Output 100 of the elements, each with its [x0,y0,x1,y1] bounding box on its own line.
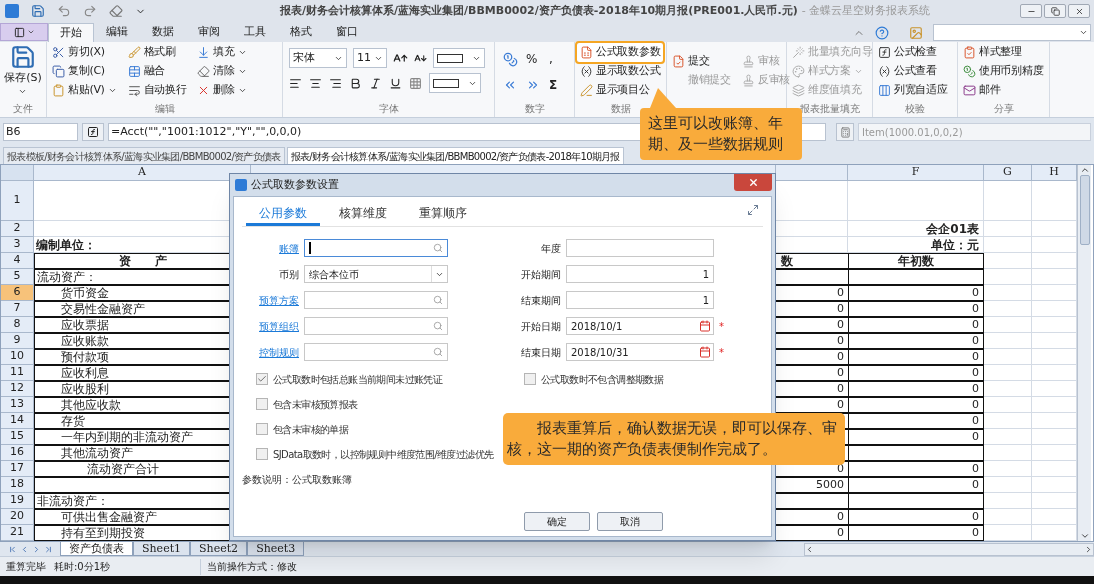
document-tab[interactable]: 报表模板/财务会计核算体系/蓝海实业集团/BBMB0002/资产负债表 [3,147,285,164]
lookup-field[interactable] [304,291,448,309]
eraser-icon[interactable] [109,4,123,18]
sheet-tab[interactable]: 资产负债表 [60,542,133,556]
row-header[interactable]: 17 [1,461,34,477]
field-link[interactable]: 账簿 [279,240,299,256]
ribbon-button[interactable]: 格式刷 [124,42,190,62]
ribbon-button[interactable]: 清除 [194,61,250,81]
previous-sheet-icon[interactable] [20,544,29,554]
dialog-button[interactable]: 确定 [524,512,590,531]
row-header[interactable]: 14 [1,413,34,429]
comma-symbol[interactable]: , [549,50,566,68]
redo-icon[interactable] [83,4,97,18]
save-button[interactable]: 保存(S) [4,42,42,96]
field-link[interactable]: 预算方案 [259,292,299,308]
row-header[interactable]: 12 [1,381,34,397]
ribbon-button[interactable]: 公式查看 [875,61,951,81]
next-sheet-icon[interactable] [32,544,41,554]
ribbon-tab[interactable]: 审阅 [186,23,232,42]
row-header[interactable]: 6 [1,285,34,301]
first-sheet-icon[interactable] [8,544,17,554]
ribbon-button[interactable]: 复制(C) [49,61,120,81]
ribbon-button[interactable]: 自动换行 [124,80,190,100]
row-header[interactable]: 15 [1,429,34,445]
ribbon-button[interactable]: 显示取数公式 [577,61,664,81]
row-header[interactable]: 21 [1,525,34,541]
border-select[interactable] [433,48,485,68]
row-header[interactable]: 20 [1,509,34,525]
sum-symbol[interactable]: Σ [549,76,566,94]
italic-icon[interactable] [369,76,382,90]
lookup-field[interactable] [304,343,448,361]
row-header[interactable]: 5 [1,269,34,285]
calendar-icon[interactable] [699,346,711,358]
checkbox[interactable] [256,448,268,460]
increase-decimal-icon[interactable] [503,78,517,92]
row-header[interactable]: 9 [1,333,34,349]
ribbon-button[interactable]: 删除 [194,80,250,100]
column-header[interactable] [776,165,848,181]
row-header[interactable]: 18 [1,477,34,493]
ribbon-tab[interactable]: 数据 [140,23,186,42]
dialog-button[interactable]: 取消 [597,512,663,531]
font-size-select[interactable]: 11 [353,48,387,68]
ribbon-button[interactable]: 公式取数参数 [577,42,664,62]
ribbon-button[interactable]: 列宽自适应 [875,80,951,100]
calendar-icon[interactable] [699,320,711,332]
checkbox[interactable] [256,398,268,410]
scroll-left-icon[interactable] [805,544,814,554]
date-field[interactable]: 2018/10/1 [566,317,714,335]
sheet-tab[interactable]: Sheet1 [133,542,191,556]
help-icon[interactable] [875,25,889,40]
align-center-icon[interactable] [309,76,322,90]
column-header[interactable]: F [848,165,984,181]
ribbon-button[interactable]: 公式检查 [875,42,951,62]
row-header[interactable]: 3 [1,237,34,253]
calculator-button[interactable] [836,123,854,141]
underline-icon[interactable] [389,76,402,90]
ribbon-tab[interactable]: 工具 [232,23,278,42]
ribbon-button[interactable]: 剪切(X) [49,42,120,62]
minimize-button[interactable] [1020,4,1042,18]
restore-button[interactable] [1044,4,1066,18]
ribbon-button[interactable]: 提交 [669,52,734,71]
search-icon[interactable] [433,321,443,331]
ribbon-button[interactable]: 融合 [124,61,190,81]
row-header[interactable]: 10 [1,349,34,365]
app-menu-button[interactable] [0,23,48,41]
scroll-down-icon[interactable] [1079,531,1090,541]
column-header[interactable]: G [984,165,1032,181]
select-field[interactable]: 综合本位币 [304,265,448,283]
row-header[interactable]: 7 [1,301,34,317]
ribbon-button[interactable]: 粘贴(V) [49,80,120,100]
field-link[interactable]: 预算组织 [259,318,299,334]
document-tab[interactable]: 报表/财务会计核算体系/蓝海实业集团/BBMB0002/资产负债表-2018年10期月报 [286,147,624,164]
currency-icon[interactable] [503,51,518,67]
number-field[interactable]: 1 [566,265,714,283]
dialog-tab[interactable]: 公用参数 [246,202,320,226]
horizontal-scrollbar[interactable] [804,542,1094,556]
align-right-icon[interactable] [329,76,342,90]
undo-icon[interactable] [57,4,71,18]
dialog-tab[interactable]: 核算维度 [326,202,400,226]
row-header[interactable]: 1 [1,181,34,221]
checkbox[interactable] [256,373,268,385]
sheet-tab[interactable]: Sheet2 [190,542,248,556]
scroll-thumb[interactable] [1079,175,1090,245]
maximize-icon[interactable] [747,204,759,216]
save-icon[interactable] [31,4,45,18]
close-button[interactable] [734,174,772,191]
row-header[interactable]: 19 [1,493,34,509]
checkbox[interactable] [256,423,268,435]
number-field[interactable] [566,239,714,257]
decrease-decimal-icon[interactable] [526,78,540,92]
search-icon[interactable] [433,295,443,305]
ribbon-button[interactable]: 使用币别精度 [960,61,1047,81]
row-header[interactable]: 4 [1,253,34,269]
lookup-field[interactable] [304,239,448,257]
row-header[interactable]: 2 [1,221,34,237]
row-header[interactable]: 16 [1,445,34,461]
cell-name-field[interactable]: B6 [3,123,78,141]
close-button[interactable] [1068,4,1090,18]
search-icon[interactable] [433,243,443,253]
row-header[interactable]: 11 [1,365,34,381]
